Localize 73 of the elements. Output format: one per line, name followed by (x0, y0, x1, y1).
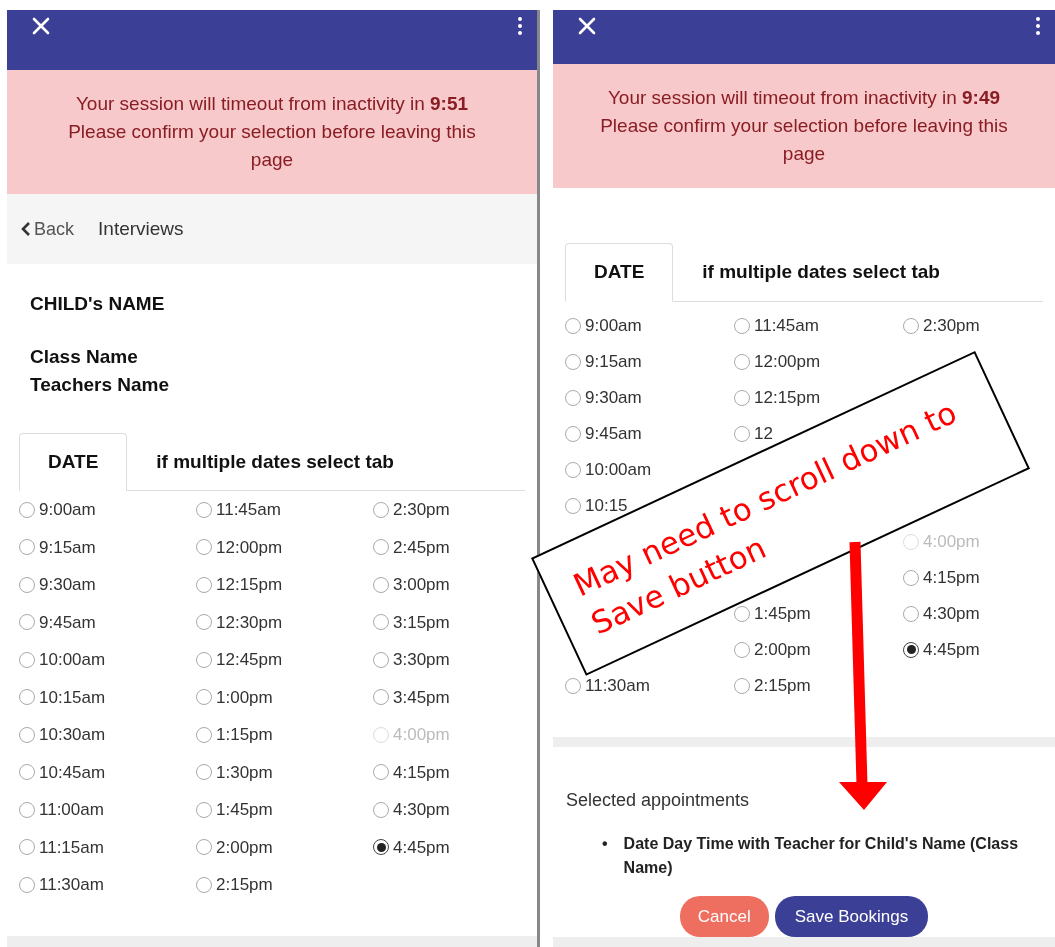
menu-icon[interactable] (1035, 16, 1041, 36)
time-label: 9:30am (585, 386, 642, 409)
close-icon[interactable] (577, 16, 597, 36)
teacher-name: Teachers Name (30, 373, 171, 397)
time-label: 4:15pm (393, 761, 450, 784)
time-label: 4:30pm (393, 799, 450, 821)
time-label: 11:30am (585, 674, 650, 697)
section-heading: Selected appointments (566, 788, 751, 812)
time-label: 1:30pm (216, 761, 273, 784)
time-label: 2:00pm (754, 638, 811, 661)
class-name: Class Name (30, 344, 139, 369)
time-label: 12 (754, 422, 773, 445)
date-tab[interactable]: if multiple dates select tab (673, 243, 969, 302)
time-label: 3:00pm (393, 574, 450, 596)
child-name: CHILD's NAME (30, 292, 166, 316)
confirm-message: Please confirm your selection before leaving this page (599, 113, 1009, 166)
time-label: 9:15am (585, 350, 642, 373)
time-label: 12:00pm (754, 350, 821, 373)
time-label: 10:00am (39, 649, 106, 671)
time-label: 3:30pm (393, 649, 450, 671)
time-label: 12:15pm (754, 386, 821, 409)
time-label: 11:45am (216, 499, 281, 521)
time-label: 9:30am (39, 574, 96, 596)
time-label: 12:15pm (216, 574, 283, 596)
bullet: • (602, 833, 608, 854)
appointment-item: Date Day Time with Teacher for Child's Name (Class Name) (623, 833, 1020, 878)
time-label: 4:15pm (923, 566, 980, 589)
time-label: 2:30pm (923, 314, 980, 337)
time-label: 3:45pm (393, 686, 450, 709)
time-label: 2:30pm (393, 499, 450, 521)
time-label: 4:00pm (923, 530, 980, 553)
time-label: 9:00am (39, 499, 96, 521)
time-label: 1:45pm (754, 602, 811, 625)
time-label: 1:00pm (216, 686, 273, 709)
time-label: 2:45pm (393, 536, 450, 559)
chevron-left-icon (21, 221, 31, 237)
date-tab[interactable]: if multiple dates select tab (127, 432, 423, 491)
time-label: 2:15pm (754, 674, 811, 697)
time-label: 9:45am (39, 611, 96, 634)
time-label: 12:45pm (216, 649, 283, 671)
time-label: 12:30pm (216, 611, 283, 634)
timeout-message: Your session will timeout from inactivity in 9:49 (606, 85, 1002, 110)
time-label: 3:15pm (393, 611, 450, 634)
time-label: 10:00am (585, 458, 652, 481)
date-tab[interactable]: DATE (19, 432, 128, 491)
menu-icon[interactable] (517, 16, 523, 36)
time-label: 11:15am (39, 836, 104, 859)
time-label: 4:45pm (393, 836, 450, 859)
time-label: 10:30am (39, 724, 106, 746)
time-label: 4:00pm (393, 724, 450, 746)
time-label: 11:45am (754, 314, 819, 337)
time-label: 11:00am (39, 799, 104, 821)
time-label: 4:45pm (923, 638, 980, 661)
time-label: 1:15pm (216, 724, 273, 746)
time-label: 10:15am (39, 686, 106, 709)
time-label: 10:45am (39, 761, 106, 784)
time-label: 12:00pm (216, 536, 283, 559)
time-label: 9:45am (585, 422, 642, 445)
time-label: 2:00pm (216, 836, 273, 859)
time-label: 9:00am (585, 314, 642, 337)
back-button[interactable]: Back (21, 215, 75, 243)
save-button[interactable]: Save Bookings (774, 895, 929, 938)
time-label: 2:15pm (216, 874, 273, 896)
confirm-message: Please confirm your selection before leaving this page (67, 120, 477, 172)
date-tab[interactable]: DATE (565, 243, 674, 302)
time-label: 11:30am (39, 874, 104, 896)
timeout-message: Your session will timeout from inactivity in 9:51 (74, 92, 470, 116)
close-icon[interactable] (31, 16, 51, 36)
time-label: 10:15 (585, 494, 628, 517)
time-label: 9:15am (39, 536, 96, 559)
time-label: 4:30pm (923, 602, 980, 625)
page-title: Interviews (98, 216, 184, 241)
time-label: 1:45pm (216, 799, 273, 821)
